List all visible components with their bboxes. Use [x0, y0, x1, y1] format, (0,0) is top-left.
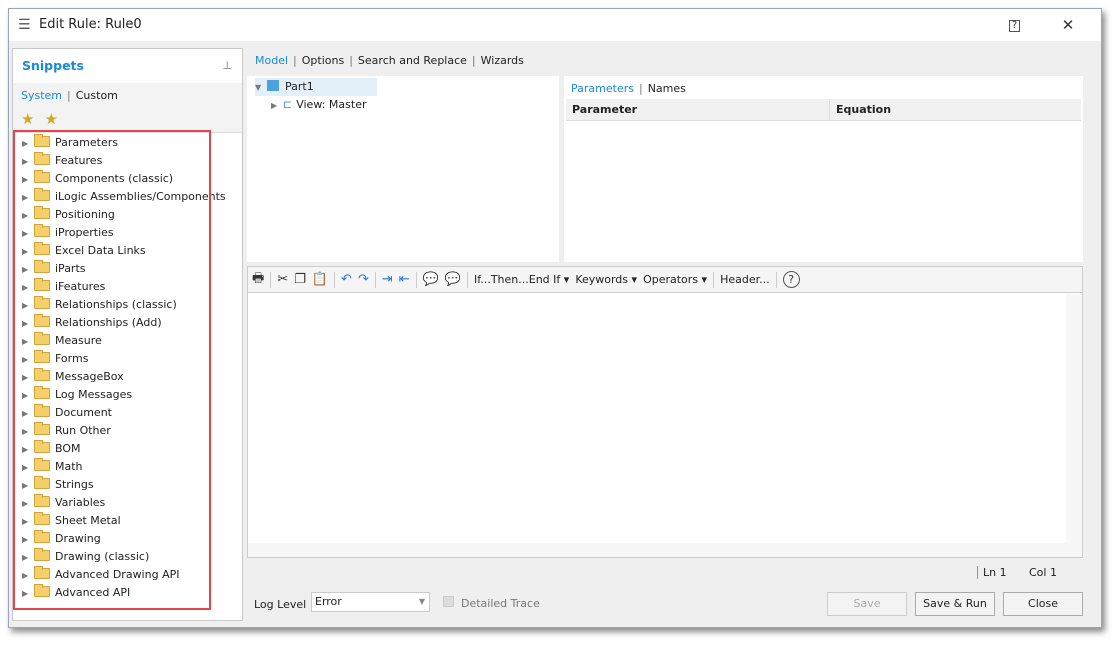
paste-icon[interactable]: 📋	[312, 272, 328, 287]
star-icon[interactable]: ★	[21, 110, 34, 128]
column-number: Col 1	[1029, 566, 1057, 579]
header-button[interactable]: Header...	[720, 273, 770, 286]
log-level-select[interactable]: Error ▼	[311, 592, 430, 612]
tab-wizards[interactable]: Wizards	[481, 54, 524, 67]
view-icon: ⊏	[283, 98, 293, 111]
status-bar: Ln 1 Col 1	[247, 560, 1083, 584]
save-run-button[interactable]: Save & Run	[915, 592, 995, 616]
snippets-title: Snippets	[22, 58, 84, 73]
tree-node-part1[interactable]: ▼ Part1	[255, 78, 377, 96]
detailed-trace-checkbox[interactable]	[443, 596, 454, 607]
operators-dropdown[interactable]: Operators ▾	[643, 273, 707, 286]
tab-custom[interactable]: Custom	[76, 89, 118, 102]
parameters-panel: Parameters | Names Parameter Equation	[564, 76, 1083, 262]
comment-add-icon[interactable]: 💬	[423, 272, 439, 287]
scroll-icon: ☰	[18, 17, 31, 33]
part-label: Part1	[285, 80, 314, 93]
indent-icon[interactable]: ⇥	[382, 272, 393, 287]
model-tree: ▼ Part1 ▶ ⊏ View: Master	[247, 76, 559, 262]
copy-icon[interactable]: ❐	[294, 272, 306, 287]
highlight-box	[13, 130, 211, 610]
part-icon	[267, 80, 279, 91]
editor-toolbar: 🖶 ✂ ❐ 📋 ↶ ↷ ⇥ ⇤ 💬 💬 If...Then...End If ▾…	[248, 267, 1082, 293]
if-then-button[interactable]: If...Then...End If ▾	[474, 273, 569, 286]
outdent-icon[interactable]: ⇤	[399, 272, 410, 287]
title-bar: ☰ Edit Rule: Rule0 ? ✕	[9, 9, 1101, 41]
keywords-dropdown[interactable]: Keywords ▾	[575, 273, 637, 286]
tab-names[interactable]: Names	[648, 82, 686, 95]
code-editor[interactable]: 🖶 ✂ ❐ 📋 ↶ ↷ ⇥ ⇤ 💬 💬 If...Then...End If ▾…	[247, 266, 1083, 558]
window-title: Edit Rule: Rule0	[39, 17, 142, 32]
bottom-bar: Log Level Error ▼ Detailed Trace Save Sav…	[247, 588, 1083, 622]
main-panel: Model | Options | Search and Replace | Wizards…	[247, 48, 1083, 622]
tab-options[interactable]: Options	[302, 54, 344, 67]
vertical-scrollbar[interactable]	[1066, 294, 1082, 557]
edit-rule-dialog: ☰ Edit Rule: Rule0 ? ✕ Snippets ⊥ System |…	[8, 8, 1102, 628]
close-button[interactable]: ✕	[1057, 14, 1079, 36]
col-parameter[interactable]: Parameter	[572, 103, 637, 116]
tree-node-view[interactable]: ▶ ⊏ View: Master	[271, 96, 367, 115]
detailed-trace-label: Detailed Trace	[461, 597, 540, 610]
comment-remove-icon[interactable]: 💬	[445, 272, 461, 287]
tab-search-replace[interactable]: Search and Replace	[358, 54, 467, 67]
help-button[interactable]: ?	[1009, 20, 1020, 32]
undo-icon[interactable]: ↶	[341, 272, 352, 287]
print-icon[interactable]: 🖶	[252, 269, 264, 291]
redo-icon[interactable]: ↷	[358, 272, 369, 287]
view-label: View: Master	[296, 98, 367, 111]
pin-icon[interactable]: ⊥	[222, 59, 232, 72]
save-button[interactable]: Save	[827, 592, 907, 616]
star-edit-icon[interactable]: ★	[44, 110, 57, 128]
close-dialog-button[interactable]: Close	[1003, 592, 1083, 616]
col-equation[interactable]: Equation	[829, 99, 891, 121]
snippets-panel: Snippets ⊥ System | Custom ★ ★ ▶ Parameters ▶ F…	[12, 48, 243, 621]
log-level-label: Log Level	[254, 598, 307, 611]
horizontal-scrollbar[interactable]	[248, 543, 1066, 557]
tab-model[interactable]: Model	[255, 54, 288, 67]
cut-icon[interactable]: ✂	[277, 272, 288, 287]
tab-system[interactable]: System	[21, 89, 62, 102]
line-number: Ln 1	[977, 566, 1007, 579]
tab-parameters[interactable]: Parameters	[571, 82, 634, 95]
help-icon[interactable]: ?	[782, 271, 800, 288]
